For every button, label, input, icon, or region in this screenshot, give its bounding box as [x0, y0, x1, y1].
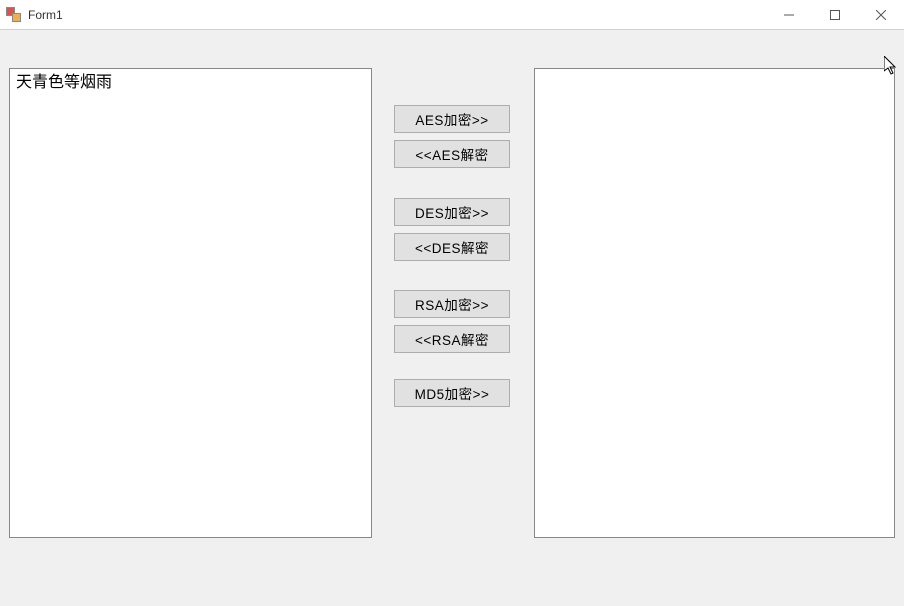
titlebar: Form1 [0, 0, 904, 30]
minimize-icon [784, 10, 794, 20]
maximize-icon [830, 10, 840, 20]
aes-decrypt-button[interactable]: <<AES解密 [394, 140, 510, 168]
aes-encrypt-button[interactable]: AES加密>> [394, 105, 510, 133]
close-button[interactable] [858, 0, 904, 29]
client-area: AES加密>> <<AES解密 DES加密>> <<DES解密 RSA加密>> … [0, 30, 904, 606]
rsa-decrypt-button[interactable]: <<RSA解密 [394, 325, 510, 353]
close-icon [876, 10, 886, 20]
md5-encrypt-button[interactable]: MD5加密>> [394, 379, 510, 407]
des-decrypt-button[interactable]: <<DES解密 [394, 233, 510, 261]
minimize-button[interactable] [766, 0, 812, 29]
ciphertext-textbox[interactable] [534, 68, 895, 538]
window-controls [766, 0, 904, 29]
maximize-button[interactable] [812, 0, 858, 29]
rsa-encrypt-button[interactable]: RSA加密>> [394, 290, 510, 318]
plaintext-textbox[interactable] [9, 68, 372, 538]
window-title: Form1 [28, 8, 766, 22]
app-icon [6, 7, 22, 23]
des-encrypt-button[interactable]: DES加密>> [394, 198, 510, 226]
